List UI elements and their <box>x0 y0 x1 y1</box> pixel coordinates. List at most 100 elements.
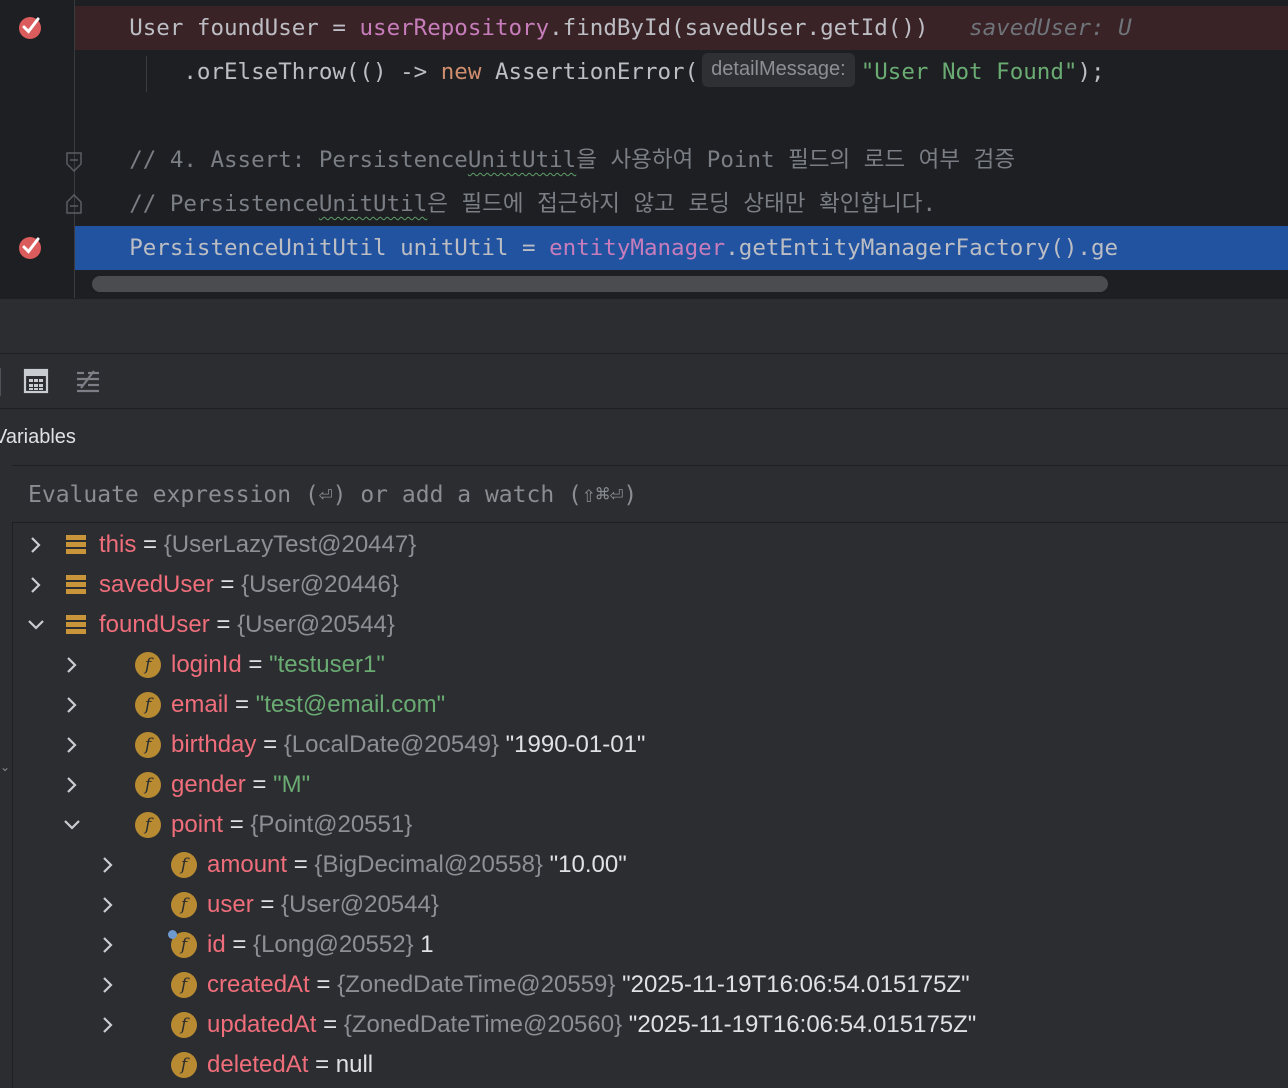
variable-row-id[interactable]: f id = {Long@20552} 1 <box>13 925 1283 965</box>
code-text: .getEntityManagerFactory().ge <box>725 235 1119 261</box>
field-f-icon: f <box>135 812 161 838</box>
equals-sign: = <box>248 651 263 678</box>
breakpoint-check-icon[interactable] <box>16 233 44 261</box>
chevron-down-icon[interactable] <box>63 816 81 834</box>
field-f-icon: f <box>168 930 197 958</box>
variable-name: point <box>171 811 224 838</box>
chevron-right-icon[interactable] <box>27 576 45 594</box>
variable-reference: {LocalDate@20549} <box>283 731 499 758</box>
variable-name: updatedAt <box>207 1011 317 1038</box>
variable-row-deletedat[interactable]: f deletedAt = null <box>13 1045 1283 1085</box>
variable-row-loginid[interactable]: f loginId = "testuser1" <box>13 645 1283 685</box>
variable-value: "testuser1" <box>269 651 385 678</box>
field-f-icon: f <box>135 732 161 758</box>
chevron-right-icon[interactable] <box>63 656 81 674</box>
variable-text: email = "test@email.com" <box>171 685 445 725</box>
variable-value: "M" <box>273 771 311 798</box>
horizontal-scrollbar[interactable] <box>90 274 1110 294</box>
variable-row-updatedat[interactable]: f updatedAt = {ZonedDateTime@20560} "2025… <box>13 1005 1283 1045</box>
variable-row-point[interactable]: f point = {Point@20551} <box>13 805 1283 845</box>
calculator-icon[interactable] <box>22 367 50 395</box>
code-line-comment-2[interactable]: // PersistenceUnitUtil은 필드에 접근하지 않고 로딩 상… <box>75 182 1288 226</box>
variable-row-createdat[interactable]: f createdAt = {ZonedDateTime@20559} "2025… <box>13 965 1283 1005</box>
equals-sign: = <box>263 731 278 758</box>
variable-row-this[interactable]: this = {UserLazyTest@20447} <box>13 525 1283 565</box>
chevron-right-icon[interactable] <box>99 936 117 954</box>
variable-value: "1990-01-01" <box>505 731 646 758</box>
variable-reference: {ZonedDateTime@20559} <box>337 971 616 998</box>
code-editor[interactable]: User foundUser = userRepository.findById… <box>0 0 1288 298</box>
breakpoint-check-icon[interactable] <box>16 13 44 41</box>
editor-gutter[interactable] <box>0 0 82 298</box>
field-f-icon: f <box>135 772 161 798</box>
code-keyword: new <box>440 59 482 85</box>
variable-reference: {Long@20552} <box>253 931 414 958</box>
parameter-hint: detailMessage: <box>702 53 855 87</box>
debugger-toolbar <box>0 354 1288 409</box>
variable-row-amount[interactable]: f amount = {BigDecimal@20558} "10.00" <box>13 845 1283 885</box>
chevron-right-icon[interactable] <box>99 1016 117 1034</box>
code-text: AssertionError( <box>481 59 699 85</box>
field-f-icon: f <box>171 1052 197 1078</box>
field-f-icon: f <box>135 692 161 718</box>
code-text: PersistenceUnitUtil unitUtil = <box>129 235 550 261</box>
variable-text: loginId = "testuser1" <box>171 645 385 685</box>
chevron-right-icon[interactable] <box>99 856 117 874</box>
variable-row-gender[interactable]: f gender = "M" <box>13 765 1283 805</box>
panel-divider[interactable] <box>0 298 1288 354</box>
code-text: .findById(savedUser.getId()) <box>549 15 929 41</box>
equals-sign: = <box>235 691 250 718</box>
equals-sign: = <box>232 931 247 958</box>
code-field-ref: userRepository <box>359 15 550 41</box>
variables-tree[interactable]: this = {UserLazyTest@20447} savedUser = {… <box>12 523 1288 1088</box>
equals-sign: = <box>229 811 244 838</box>
variable-text: foundUser = {User@20544} <box>99 605 395 645</box>
variable-name: this <box>99 531 137 558</box>
variable-value: null <box>335 1051 374 1078</box>
variable-text: updatedAt = {ZonedDateTime@20560} "2025-… <box>207 1005 976 1045</box>
variable-row-user[interactable]: f user = {User@20544} <box>13 885 1283 925</box>
evaluate-expression-input[interactable] <box>28 466 1268 524</box>
code-line-current[interactable]: PersistenceUnitUtil unitUtil = entityMan… <box>75 226 1288 270</box>
variable-value: "2025-11-19T16:06:54.015175Z" <box>622 971 970 998</box>
collapse-lines-icon[interactable] <box>74 367 102 395</box>
code-text: .orElseThrow(() -> <box>183 59 441 85</box>
variable-value: "10.00" <box>549 851 627 878</box>
chevron-right-icon[interactable] <box>27 536 45 554</box>
equals-sign: = <box>316 971 331 998</box>
variable-name: savedUser <box>99 571 214 598</box>
field-f-icon: f <box>171 852 197 878</box>
chevron-right-icon[interactable] <box>99 896 117 914</box>
code-line-1[interactable]: User foundUser = userRepository.findById… <box>75 6 1288 50</box>
code-comment: 을 사용하여 Point 필드의 로드 여부 검증 <box>576 147 1016 173</box>
variable-row-birthday[interactable]: f birthday = {LocalDate@20549} "1990-01-0… <box>13 725 1283 765</box>
variable-reference: {User@20446} <box>241 571 399 598</box>
chevron-right-icon[interactable] <box>63 776 81 794</box>
equals-sign: = <box>323 1011 338 1038</box>
code-line-comment-1[interactable]: // 4. Assert: PersistenceUnitUtil을 사용하여 … <box>75 138 1288 182</box>
variable-row-founduser[interactable]: foundUser = {User@20544} <box>13 605 1283 645</box>
code-comment: 은 필드에 접근하지 않고 로딩 상태만 확인합니다. <box>427 191 937 217</box>
field-f-icon: f <box>135 652 161 678</box>
code-text: User foundUser = <box>129 15 360 41</box>
chevron-down-icon[interactable] <box>27 616 45 634</box>
variable-text: id = {Long@20552} 1 <box>207 925 434 965</box>
chevron-right-icon[interactable] <box>99 976 117 994</box>
equals-sign: = <box>252 771 267 798</box>
evaluate-expression-box[interactable] <box>12 465 1288 524</box>
chevron-right-icon[interactable] <box>63 696 81 714</box>
variable-row-saveduser[interactable]: savedUser = {User@20446} <box>13 565 1283 605</box>
variable-row-email[interactable]: f email = "test@email.com" <box>13 685 1283 725</box>
code-comment-typo: UnitUtil <box>318 191 428 217</box>
variable-name: gender <box>171 771 246 798</box>
equals-sign: = <box>260 891 275 918</box>
field-f-icon: f <box>171 892 197 918</box>
variable-name: deletedAt <box>207 1051 309 1078</box>
code-line-2[interactable]: .orElseThrow(() -> new AssertionError(de… <box>75 50 1288 94</box>
chevron-right-icon[interactable] <box>63 736 81 754</box>
variable-value: "test@email.com" <box>255 691 446 718</box>
code-text: ); <box>1077 59 1105 85</box>
variable-text: savedUser = {User@20446} <box>99 565 399 605</box>
variable-text: user = {User@20544} <box>207 885 439 925</box>
variable-name: foundUser <box>99 611 210 638</box>
